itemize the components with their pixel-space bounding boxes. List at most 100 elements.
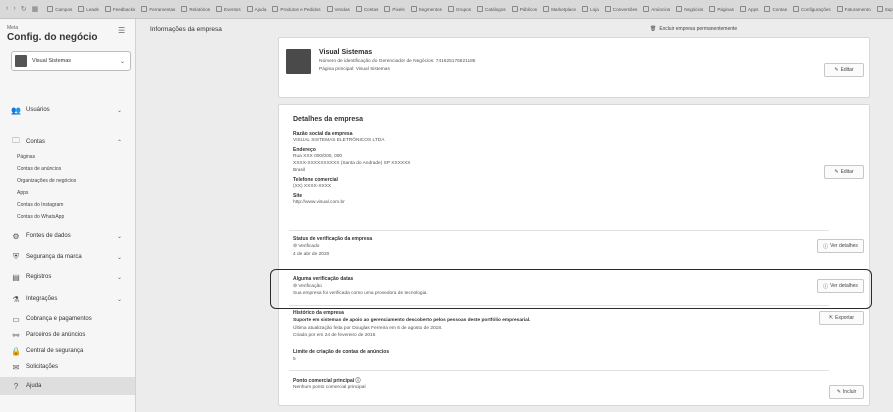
bookmark-icon (793, 6, 800, 12)
sidebar-item-label: Central de segurança (26, 348, 84, 354)
chevron-down-icon: ⌄ (116, 233, 122, 240)
forward-icon[interactable]: › (13, 5, 15, 13)
bookmark-item[interactable]: Contas (353, 6, 382, 12)
bookmark-label: Feedbacks (112, 6, 136, 12)
verification-details-button[interactable]: ⓘ Ver detalhes (817, 239, 864, 253)
bookmark-item[interactable]: Catálogos (474, 6, 509, 12)
sidebar-item-integra-es[interactable]: ⚗ Integrações ⌄ (0, 290, 135, 308)
partners-icon: ⚯ (12, 330, 20, 340)
bookmark-label: Relatórios (189, 6, 211, 12)
history-label: Histórico da empresa (293, 310, 344, 316)
bookmark-item[interactable]: Ferramentas (138, 6, 178, 12)
sidebar-item-contas[interactable]: 🗀 Contas ⌃ (0, 133, 135, 151)
sidebar-item-usu-rios[interactable]: 👥 Usuários ⌄ (0, 101, 135, 119)
bookmark-item[interactable]: Leads (75, 6, 102, 12)
bookmark-item[interactable]: Produtos e Pedidos (269, 6, 323, 12)
sidebar-item-label: Solicitações (26, 364, 59, 370)
sidebar: Meta Config. do negócio ☰ Visual Sistema… (0, 19, 136, 412)
account-selector[interactable]: Visual Sistemas ⌄ (11, 51, 131, 71)
bookmark-item[interactable]: Negócios (673, 6, 706, 12)
bookmark-item[interactable]: Pixels (381, 6, 407, 12)
bookmark-icon (78, 6, 85, 12)
bookmark-item[interactable]: Faturamento (834, 6, 874, 12)
sidebar-item-fontes-de-dados[interactable]: ⚙ Fontes de dados ⌄ (0, 227, 135, 245)
sidebar-subitem[interactable]: Organizações de negócios (17, 178, 76, 184)
menu-icon[interactable]: ☰ (118, 26, 125, 35)
bookmark-icon (764, 6, 771, 12)
primary-location-label: Ponto comercial principal ⓘ (293, 377, 361, 384)
bookmark-item[interactable]: Conversões (602, 6, 641, 12)
address-label: Endereço (293, 147, 316, 153)
legal-name-value: VISUAL SISTEMAS ELETRÔNICOS LTDA (293, 138, 385, 143)
bookmark-label: Loja (590, 6, 599, 12)
bookmark-label: Públicos (519, 6, 538, 12)
bookmark-icon (709, 6, 716, 12)
bookmark-item[interactable]: Vendas (324, 6, 353, 12)
bookmark-item[interactable]: Apps (737, 6, 761, 12)
sidebar-subitem[interactable]: Contas do WhatsApp (17, 214, 64, 220)
bookmark-item[interactable]: Ajuda (244, 6, 270, 12)
account-name: Visual Sistemas (32, 58, 72, 64)
history-line2: Última atualização feita por Douglas Fer… (293, 326, 443, 331)
bookmark-label: Contas (363, 6, 379, 12)
sidebar-item-label: Parceiros de anúncios (26, 332, 86, 338)
verification-label: Status de verificação da empresa (293, 236, 373, 242)
sidebar-item-seguran-a-da-marca[interactable]: ⛨ Segurança da marca ⌄ (0, 248, 135, 266)
sidebar-subitem[interactable]: Contas de anúncios (17, 166, 61, 172)
bookmark-item[interactable]: Segmentos (408, 6, 445, 12)
bookmark-label: Contas (772, 6, 788, 12)
bookmark-item[interactable]: Configurações (790, 6, 834, 12)
export-icon: ⇱ (828, 315, 834, 321)
bookmark-label: Marketplace (551, 6, 577, 12)
bookmark-item[interactable]: Suporte (874, 6, 893, 12)
business-id: Número de identificação do Gerenciador d… (319, 59, 476, 64)
verification-date: 4 de abr de 2020 (293, 252, 330, 257)
bookmark-label: Apps (747, 6, 759, 12)
bookmark-item[interactable]: Anúncios (640, 6, 673, 12)
reload-icon[interactable]: ↻ (21, 5, 27, 13)
sidebar-subitem[interactable]: Páginas (17, 154, 35, 160)
verification-value: Verificado (298, 244, 320, 249)
bookmark-label: Leads (86, 6, 99, 12)
bookmark-item[interactable]: Contas (761, 6, 790, 12)
edit-details-button[interactable]: ✎ Editar (824, 165, 864, 179)
business-logo (286, 49, 311, 74)
bookmark-item[interactable]: Campos (44, 6, 75, 12)
profile-card: Visual Sistemas Número de identificação … (278, 37, 870, 98)
sidebar-subitem[interactable]: Contas do Instagram (17, 202, 63, 208)
add-location-label: Incluir (842, 389, 857, 395)
bookmark-item[interactable]: Públicos (509, 6, 540, 12)
sidebar-subitem[interactable]: Apps (17, 190, 28, 196)
bookmark-label: Conversões (612, 6, 638, 12)
phone-value: (XX) XXXX-XXXX (293, 184, 332, 189)
bookmark-icon (326, 6, 333, 12)
bookmark-item[interactable]: Marketplace (540, 6, 579, 12)
shield-icon: ⛨ (13, 252, 19, 261)
apps-icon[interactable]: ▦ (32, 5, 39, 13)
bookmark-icon (104, 6, 111, 12)
bookmark-icon (447, 6, 454, 12)
back-icon[interactable]: ‹ (6, 5, 8, 13)
bookmark-item[interactable]: Feedbacks (102, 6, 138, 12)
bookmark-item[interactable]: Loja (579, 6, 602, 12)
bookmark-item[interactable]: Relatórios (178, 6, 213, 12)
bookmark-item[interactable]: Grupos (445, 6, 474, 12)
delete-business-link[interactable]: 🗑 Excluir empresa permanentemente (650, 26, 737, 32)
primary-location-value: Nenhum ponto comercial principal (293, 385, 366, 390)
bookmark-item[interactable]: Eventos (213, 6, 244, 12)
sidebar-item-registros[interactable]: ▤ Registros ⌄ (0, 268, 135, 286)
edit-details-label: Editar (840, 169, 854, 175)
add-location-button[interactable]: ✎ Incluir (829, 385, 864, 399)
chevron-up-icon: ⌃ (116, 139, 122, 146)
edit-profile-button[interactable]: ✎ Editar (824, 63, 864, 77)
export-button[interactable]: ⇱ Exportar (819, 311, 864, 325)
info-icon[interactable]: ⓘ (356, 378, 361, 384)
bookmark-item[interactable]: Páginas (706, 6, 737, 12)
bookmark-icon (216, 6, 223, 12)
sidebar-item-label: Integrações (26, 296, 58, 302)
sidebar-item-solicita-es[interactable]: ✉ Solicitações (0, 358, 135, 376)
bookmark-label: Páginas (717, 6, 734, 12)
sidebar-item-ajuda[interactable]: ? Ajuda (0, 377, 135, 395)
delete-business-label: Excluir empresa permanentemente (659, 26, 738, 32)
bookmark-label: Negócios (684, 6, 704, 12)
